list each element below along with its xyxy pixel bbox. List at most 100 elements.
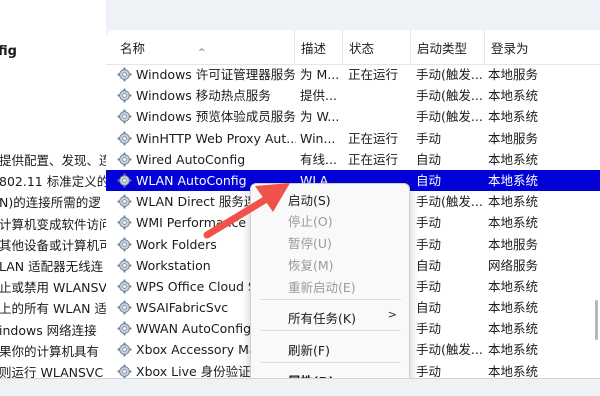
service-gear-icon <box>117 109 132 124</box>
menu-item-pause[interactable]: 暂停(U) <box>288 233 332 252</box>
description-line: 上的所有 WLAN 适 <box>0 301 106 317</box>
menu-separator <box>261 330 401 331</box>
service-startup-type: 手动(触发... <box>416 109 483 125</box>
description-line: N)的连接所需的逻 <box>0 195 101 211</box>
description-line: 提供配置、发现、连 <box>0 153 106 168</box>
menu-item-label: 所有任务(K) <box>288 311 356 326</box>
service-gear-icon <box>117 364 132 378</box>
service-log-on-as: 本地系统 <box>488 194 539 210</box>
description-line: 802.11 标准定义的 <box>0 174 106 190</box>
column-header-startup-type[interactable]: 启动类型 <box>410 30 484 64</box>
service-log-on-as: 本地服务 <box>488 67 539 82</box>
service-row[interactable]: Windows 移动热点服务 提供... 手动(触发... 本地系统 <box>106 85 600 106</box>
column-header-status[interactable]: 状态 <box>342 30 410 64</box>
column-header-label: 名称 <box>120 41 146 56</box>
service-startup-type: 自动 <box>416 300 442 316</box>
service-description: 有线... <box>300 151 337 167</box>
service-name: Windows 预览体验成员服务 <box>136 109 296 125</box>
menu-item-resume[interactable]: 恢复(M) <box>288 255 334 274</box>
service-row[interactable]: WinHTTP Web Proxy Aut... Win... 正在运行 手动 本地服务 <box>106 128 600 149</box>
service-gear-icon <box>117 152 132 167</box>
service-startup-type: 手动 <box>416 236 442 252</box>
service-row[interactable]: Wired AutoConfig 有线... 正在运行 自动 本地系统 <box>106 149 600 170</box>
service-description: 为 W... <box>300 109 340 125</box>
column-header-log-on-as[interactable]: 登录为 <box>484 30 600 64</box>
service-log-on-as: 本地系统 <box>488 342 539 358</box>
description-line: indows 网络连接 <box>0 322 97 338</box>
service-description: Win... <box>300 130 336 146</box>
service-log-on-as: 本地系统 <box>488 215 539 231</box>
menu-item-stop[interactable]: 停止(O) <box>288 211 333 230</box>
service-log-on-as: 本地系统 <box>488 363 539 378</box>
description-line: 计算机变成软件访问 <box>0 216 106 232</box>
menu-item-start[interactable]: 启动(S) <box>288 190 331 209</box>
service-gear-icon <box>117 321 132 336</box>
service-name: Windows 许可证管理器服务 <box>136 67 296 82</box>
column-header-row: 名称 ^ 描述 状态 启动类型 登录为 <box>106 30 600 65</box>
service-startup-type: 手动 <box>416 278 442 294</box>
service-gear-icon <box>117 194 132 209</box>
service-description-pane: fig 提供配置、发现、连 802.11 标准定义的 N)的连接所需的逻 计算机… <box>0 0 106 378</box>
service-gear-icon <box>117 215 132 230</box>
service-name: Windows 移动热点服务 <box>136 88 271 104</box>
service-startup-type: 手动(触发... <box>416 342 483 358</box>
service-startup-type: 手动 <box>416 321 442 337</box>
service-name: Wired AutoConfig <box>136 151 246 167</box>
service-startup-type: 手动 <box>416 130 442 146</box>
service-startup-type: 自动 <box>416 151 442 167</box>
service-startup-type: 自动 <box>416 172 442 188</box>
service-gear-icon <box>117 279 132 294</box>
context-menu: 启动(S) 停止(O) 暂停(U) 恢复(M) 重新启动(E) 所有任务(K) … <box>250 183 410 395</box>
service-row[interactable]: Windows 预览体验成员服务为 W... 手动(触发... 本地系统 <box>106 106 600 127</box>
menu-item-all-tasks[interactable]: 所有任务(K) <box>288 308 356 327</box>
service-gear-icon <box>117 173 132 188</box>
description-line: 则运行 WLANSVC <box>0 364 104 378</box>
vertical-scrollbar-thumb[interactable] <box>595 300 598 340</box>
column-header-description[interactable]: 描述 <box>294 30 342 64</box>
service-description: 为 M... <box>300 67 340 82</box>
service-status <box>348 106 412 127</box>
description-line: LAN 适配器无线连 <box>0 258 104 274</box>
service-startup-type: 手动(触发... <box>416 67 483 82</box>
service-gear-icon <box>117 300 132 315</box>
service-description: 提供... <box>300 88 337 104</box>
description-line: 果你的计算机具有 <box>0 343 100 359</box>
service-log-on-as: 本地系统 <box>488 300 539 316</box>
service-log-on-as: 本地系统 <box>488 172 539 188</box>
service-startup-type: 自动 <box>416 257 442 273</box>
service-log-on-as: 本地系统 <box>488 321 539 337</box>
service-log-on-as: 网络服务 <box>488 257 539 273</box>
description-line: 其他设备或计算机可 <box>0 237 106 253</box>
service-log-on-as: 本地系统 <box>488 88 539 104</box>
menu-item-restart[interactable]: 重新启动(E) <box>288 277 356 296</box>
service-gear-icon <box>117 131 132 146</box>
service-gear-icon <box>117 67 132 82</box>
service-gear-icon <box>117 88 132 103</box>
service-status: 正在运行 <box>348 151 399 167</box>
service-startup-type: 手动(触发... <box>416 88 483 104</box>
service-name: WinHTTP Web Proxy Aut... <box>136 130 296 146</box>
service-status: 正在运行 <box>348 130 399 146</box>
service-status: 正在运行 <box>348 67 399 82</box>
service-log-on-as: 本地系统 <box>488 109 539 125</box>
menu-separator <box>261 362 401 363</box>
service-log-on-as: 本地系统 <box>488 151 539 167</box>
service-startup-type: 手动(触发... <box>416 194 483 210</box>
service-gear-icon <box>117 258 132 273</box>
service-status <box>348 85 412 106</box>
menu-item-refresh[interactable]: 刷新(F) <box>288 340 330 359</box>
service-log-on-as: 本地系统 <box>488 278 539 294</box>
service-gear-icon <box>117 237 132 252</box>
service-startup-type: 手动 <box>416 363 442 378</box>
service-row[interactable]: Windows 许可证管理器服务为 M... 正在运行 手动(触发... 本地服务 <box>106 64 600 85</box>
status-bar <box>0 378 600 396</box>
service-description: 提供配置、发现、连 802.11 标准定义的 N)的连接所需的逻 计算机变成软件… <box>0 150 106 378</box>
column-header-name[interactable]: 名称 ^ <box>106 30 294 64</box>
service-gear-icon <box>117 342 132 357</box>
service-log-on-as: 本地服务 <box>488 236 539 252</box>
menu-separator <box>261 299 401 300</box>
submenu-arrow-icon: > <box>387 308 397 321</box>
service-title: fig <box>0 44 17 59</box>
description-line: 止或禁用 WLANSVC <box>0 280 106 296</box>
service-log-on-as: 本地服务 <box>488 130 539 146</box>
